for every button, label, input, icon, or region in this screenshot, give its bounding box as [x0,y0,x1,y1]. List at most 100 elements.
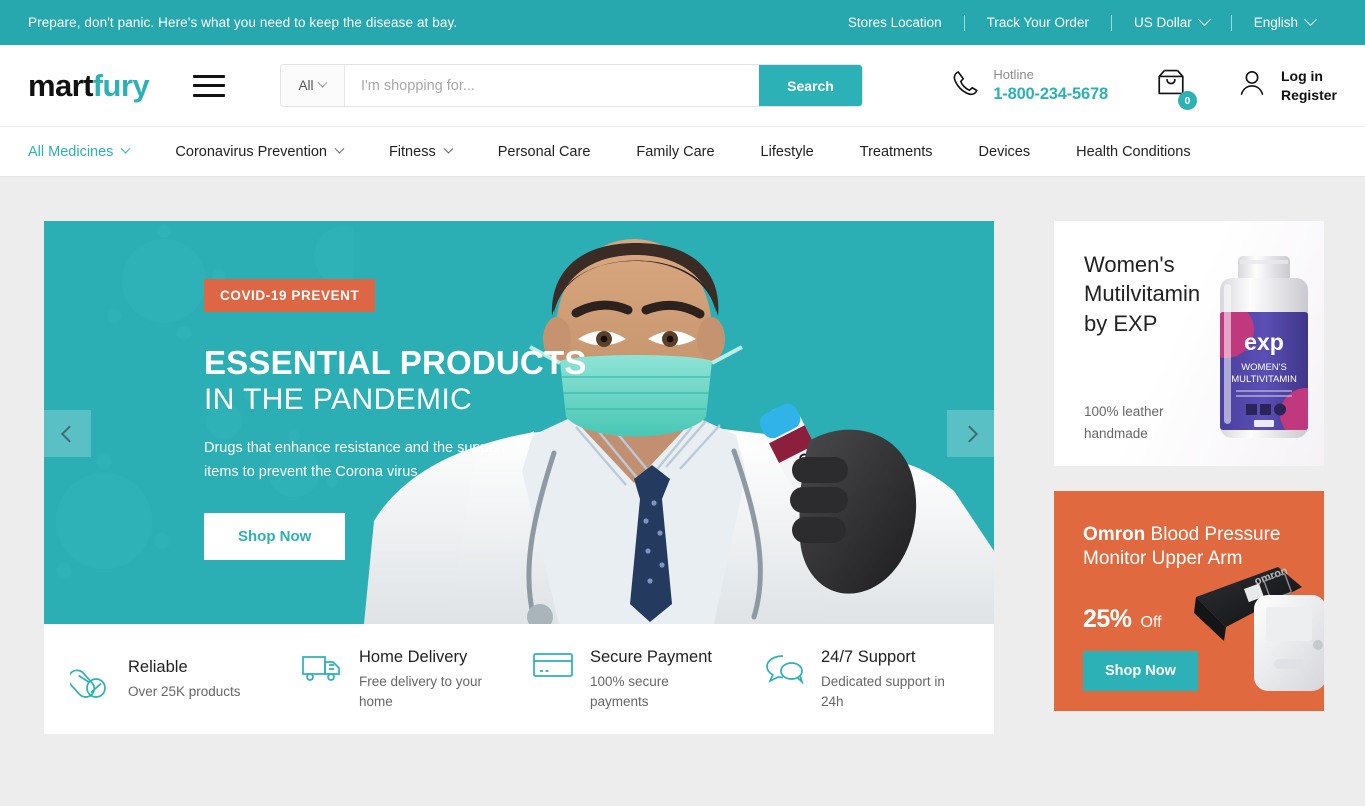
nav-item-label: Treatments [859,143,933,160]
discount-suffix: Off [1140,614,1162,631]
nav-item-devices[interactable]: Devices [979,144,1054,160]
main-content: COVID-19 COVID-19 PREVENT ESSENTIAL PROD… [0,177,1365,806]
hotline-block[interactable]: Hotline 1-800-234-5678 [950,66,1108,106]
site-logo[interactable]: martfury [28,67,150,104]
nav-item-health-conditions[interactable]: Health Conditions [1076,144,1213,160]
cart-button[interactable]: 0 [1154,66,1197,110]
hero-heading-line1: ESSENTIAL PRODUCTS [204,344,587,381]
chevron-down-icon [443,143,454,154]
nav-item-fitness[interactable]: Fitness [389,144,475,160]
nav-item-label: Personal Care [497,143,591,160]
hero-heading-line2: IN THE PANDEMIC [204,382,473,416]
chat-bubbles-icon [763,646,805,684]
hero-text-block: COVID-19 PREVENT ESSENTIAL PRODUCTS IN T… [204,279,587,561]
topbar-link-label: Track Your Order [986,15,1089,30]
nav-item-label: Fitness [388,143,436,160]
promo-title-line1: Women's [1084,252,1175,277]
feature-title: Secure Payment [590,647,712,666]
credit-card-icon [532,646,574,680]
promo-card-title: Omron Blood Pressure Monitor Upper Arm [1083,523,1283,572]
nav-item-personal-care[interactable]: Personal Care [498,144,614,160]
feature-desc: Dedicated support in 24h [821,673,945,709]
hero-badge: COVID-19 PREVENT [204,279,376,312]
nav-item-treatments[interactable]: Treatments [860,144,956,160]
site-header: martfury All Search Hotline 1-800-234-56… [0,45,1365,126]
feature-desc: 100% secure payments [590,673,669,709]
promo-card-multivitamin[interactable]: Women's Mutilvitamin by EXP 100% leather… [1054,221,1324,466]
feature-desc: Over 25K products [128,683,241,699]
promo-title-line3: by EXP [1084,310,1158,336]
feature-title: 24/7 Support [821,647,916,666]
login-link[interactable]: Log in [1281,67,1337,86]
search-category-label: All [298,78,314,93]
language-selector[interactable]: English [1232,13,1337,30]
feature-title: Reliable [128,657,188,676]
feature-secure-payment: Secure Payment 100% secure payments [532,646,763,712]
promo-shop-now-button[interactable]: Shop Now [1083,651,1198,691]
promo-discount: 25% Off [1083,605,1162,634]
chevron-down-icon [318,77,328,88]
hotline-label: Hotline [993,66,1034,82]
nav-item-family-care[interactable]: Family Care [636,144,737,160]
promo-card-subtitle: 100% leather handmade [1084,401,1164,444]
top-announcement-bar: Prepare, don't panic. Here's what you ne… [0,0,1365,45]
account-block[interactable]: Log in Register [1236,67,1337,105]
search-input[interactable] [344,65,759,106]
carousel-prev-button[interactable] [44,410,91,457]
chevron-down-icon [1197,13,1211,27]
header-actions: Hotline 1-800-234-5678 0 Log in Register [950,66,1337,110]
hero-carousel-slide: COVID-19 COVID-19 PREVENT ESSENTIAL PROD… [44,221,994,624]
discount-value: 25% [1083,605,1132,633]
user-icon [1236,67,1268,104]
currency-selector[interactable]: US Dollar [1112,13,1231,30]
promo-sub-line1: 100% leather [1084,404,1164,419]
topbar-link-track-your-order[interactable]: Track Your Order [965,15,1111,30]
nav-item-label: Family Care [636,143,715,160]
currency-label: US Dollar [1133,15,1192,30]
language-label: English [1253,15,1298,30]
feature-title: Home Delivery [359,647,468,666]
main-navigation: All Medicines Coronavirus Prevention Fit… [0,126,1365,177]
hero-subtitle: Drugs that enhance resistance and the su… [204,440,506,481]
search-category-dropdown[interactable]: All [280,65,345,106]
topbar-link-stores-location[interactable]: Stores Location [826,15,964,30]
nav-item-all-medicines[interactable]: All Medicines [28,144,152,160]
feature-desc: Free delivery to your home [359,673,483,709]
nav-item-label: Devices [978,143,1031,160]
search-bar: All Search [279,64,863,107]
hero-shop-now-button[interactable]: Shop Now [204,513,346,561]
feature-home-delivery: Home Delivery Free delivery to your home [301,646,532,712]
promo-sidebar: Women's Mutilvitamin by EXP 100% leather… [1054,221,1324,806]
delivery-truck-icon [301,646,343,684]
phone-icon [950,68,980,103]
register-link[interactable]: Register [1281,86,1337,105]
bottle-product-line2: MULTIVITAMIN [1231,374,1297,385]
promo-title-line2: Mutilvitamin [1084,281,1201,307]
hero-column: COVID-19 COVID-19 PREVENT ESSENTIAL PROD… [44,221,994,806]
feature-highlights-bar: Reliable Over 25K products Home Delivery… [44,624,994,734]
topbar-links: Stores Location Track Your Order US Doll… [826,13,1337,31]
promo-card-omron[interactable]: Omron Blood Pressure Monitor Upper Arm 2… [1054,491,1324,711]
nav-item-lifestyle[interactable]: Lifestyle [761,144,837,160]
chevron-right-icon [960,425,978,442]
search-button[interactable]: Search [758,65,862,106]
nav-item-label: Health Conditions [1076,143,1191,160]
logo-text-accent: fury [92,67,150,103]
feature-reliable: Reliable Over 25K products [70,656,301,702]
carousel-next-button[interactable] [947,410,994,457]
feature-support: 24/7 Support Dedicated support in 24h [763,646,994,712]
bottle-product-line1: WOMEN'S [1241,362,1287,373]
bottle-brand-text: exp [1244,329,1284,355]
pills-icon [70,656,112,700]
chevron-down-icon [334,143,345,154]
nav-item-coronavirus-prevention[interactable]: Coronavirus Prevention [175,144,366,160]
nav-item-label: Coronavirus Prevention [175,143,327,160]
nav-item-label: All Medicines [28,143,114,160]
account-text: Log in Register [1281,67,1337,105]
chevron-down-icon [1304,13,1317,27]
logo-text-primary: mart [28,67,93,103]
nav-item-label: Lifestyle [760,143,814,160]
promo-sub-line2: handmade [1084,425,1148,441]
hamburger-menu-icon[interactable] [192,74,225,97]
hotline-text: Hotline 1-800-234-5678 [993,66,1108,106]
